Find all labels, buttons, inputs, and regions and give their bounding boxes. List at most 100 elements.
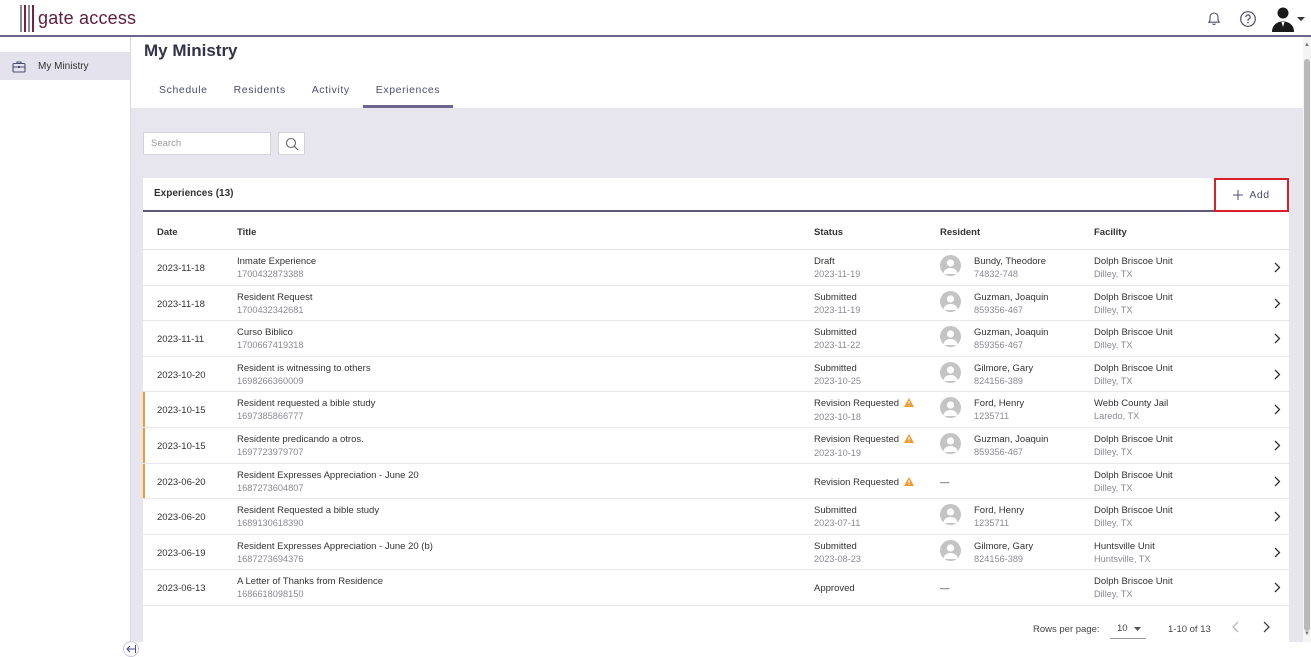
chevron-right-icon[interactable] xyxy=(1273,547,1281,561)
previous-page-icon[interactable] xyxy=(1231,621,1241,636)
resident-name[interactable]: Ford, Henry xyxy=(974,398,1024,409)
resident-name[interactable]: Guzman, Joaquin xyxy=(974,327,1048,338)
table-row[interactable]: 2023-10-20 Resident is witnessing to oth… xyxy=(143,357,1289,393)
status-badge: Submitted xyxy=(814,540,857,552)
chevron-right-icon[interactable] xyxy=(1273,440,1281,454)
row-id: 1697723979707 xyxy=(237,447,304,457)
header-title[interactable]: Title xyxy=(237,227,256,238)
next-page-icon[interactable] xyxy=(1261,621,1271,636)
resident-name[interactable]: Gilmore, Gary xyxy=(974,541,1033,552)
resident-cell: Guzman, Joaquin 859356-467 xyxy=(940,433,1090,459)
resident-avatar-icon xyxy=(940,397,961,419)
chevron-right-icon[interactable] xyxy=(1273,298,1281,312)
facility-name: Dolph Briscoe Unit xyxy=(1094,291,1173,303)
row-title[interactable]: Resident is witnessing to others xyxy=(237,363,371,374)
search-button[interactable] xyxy=(278,132,305,155)
resident-name[interactable]: Ford, Henry xyxy=(974,505,1024,516)
chevron-right-icon[interactable] xyxy=(1273,582,1281,596)
chevron-right-icon[interactable] xyxy=(1273,511,1281,525)
rows-per-page-select[interactable]: 10 xyxy=(1110,619,1146,639)
status-badge: Submitted xyxy=(814,505,857,517)
warning-icon xyxy=(904,476,915,489)
collapse-sidebar-icon[interactable] xyxy=(123,641,139,657)
tab-bar: Schedule Residents Activity Experiences xyxy=(146,77,454,108)
chevron-right-icon[interactable] xyxy=(1273,404,1281,418)
resident-id: 824156-389 xyxy=(974,375,1024,386)
row-date: 2023-11-18 xyxy=(157,263,205,274)
chevron-right-icon[interactable] xyxy=(1273,369,1281,383)
table-row[interactable]: 2023-06-19 Resident Expresses Appreciati… xyxy=(143,535,1289,571)
facility-name: Dolph Briscoe Unit xyxy=(1094,362,1173,374)
scrollbar-thumb[interactable] xyxy=(1304,59,1310,631)
add-button[interactable]: Add xyxy=(1214,178,1289,212)
scroll-up-icon[interactable]: ▲ xyxy=(1303,42,1311,48)
resident-name[interactable]: Guzman, Joaquin xyxy=(974,434,1048,445)
scroll-down-icon[interactable]: ▼ xyxy=(1303,631,1311,637)
row-id: 1700432342681 xyxy=(237,304,304,315)
content-panel: Search Experiences (13) Add Date Title S… xyxy=(131,108,1303,642)
help-icon[interactable] xyxy=(1237,8,1259,30)
facility-name: Huntsville Unit xyxy=(1094,540,1155,552)
row-title[interactable]: Resident Requested a bible study xyxy=(237,505,379,516)
row-title[interactable]: Curso Biblico xyxy=(237,327,303,338)
status-badge: Revision Requested xyxy=(814,398,900,410)
resident-id: 74832-748 xyxy=(974,269,1018,279)
table-row[interactable]: 2023-06-20 Resident Requested a bible st… xyxy=(143,499,1289,535)
row-title[interactable]: Resident requested a bible study xyxy=(237,398,375,409)
row-title[interactable]: Resident Request xyxy=(237,292,313,303)
facility-name: Webb County Jail xyxy=(1094,398,1169,410)
status-date: 2023-07-11 xyxy=(814,518,861,529)
row-title[interactable]: A Letter of Thanks from Residence xyxy=(237,576,383,587)
card-title: Experiences (13) xyxy=(154,188,234,199)
row-id: 1687273694376 xyxy=(237,553,304,564)
row-title[interactable]: Resident Expresses Appreciation - June 2… xyxy=(237,470,419,481)
tab-experiences[interactable]: Experiences xyxy=(362,77,454,108)
user-menu[interactable] xyxy=(1271,6,1305,32)
table-row[interactable]: 2023-10-15 Resident requested a bible st… xyxy=(143,392,1289,428)
header-resident[interactable]: Resident xyxy=(940,227,980,238)
resident-avatar-icon xyxy=(940,361,961,383)
status-date: 2023-10-19 xyxy=(814,448,861,458)
logo[interactable]: gate access xyxy=(20,5,136,32)
caret-down-icon xyxy=(1133,626,1141,631)
facility-name: Dolph Briscoe Unit xyxy=(1094,256,1173,267)
resident-id: 859356-467 xyxy=(974,340,1024,351)
logo-text: gate access xyxy=(38,8,137,28)
table-row[interactable]: 2023-11-11 Curso Biblico 1700667419318 S… xyxy=(143,321,1289,357)
resident-name[interactable]: Guzman, Joaquin xyxy=(974,292,1048,303)
row-date: 2023-06-19 xyxy=(157,547,206,559)
facility-name: Dolph Briscoe Unit xyxy=(1094,469,1173,481)
row-title[interactable]: Inmate Experience xyxy=(237,256,316,267)
table-row[interactable]: 2023-11-18 Inmate Experience 17004328733… xyxy=(143,250,1289,286)
tab-activity[interactable]: Activity xyxy=(299,77,363,108)
chevron-right-icon[interactable] xyxy=(1273,333,1281,347)
bell-icon[interactable] xyxy=(1203,8,1225,30)
facility-location: Dilley, TX xyxy=(1094,447,1133,457)
row-id: 1686618098150 xyxy=(237,589,304,600)
table-row[interactable]: 2023-06-13 A Letter of Thanks from Resid… xyxy=(143,570,1289,606)
rows-per-page-value: 10 xyxy=(1117,623,1128,634)
search-input[interactable]: Search xyxy=(143,132,271,155)
row-date: 2023-06-13 xyxy=(157,583,206,595)
resident-name[interactable]: Bundy, Theodore xyxy=(974,256,1046,267)
row-title[interactable]: Residente predicando a otros. xyxy=(237,434,364,445)
tab-schedule[interactable]: Schedule xyxy=(146,77,221,108)
vertical-scrollbar[interactable]: ▲ ▼ xyxy=(1303,37,1311,642)
chevron-right-icon[interactable] xyxy=(1273,476,1281,490)
header-facility[interactable]: Facility xyxy=(1094,227,1127,238)
row-id: 1700667419318 xyxy=(237,340,304,351)
sidebar-item-my-ministry[interactable]: My Ministry xyxy=(0,52,130,80)
resident-name[interactable]: Gilmore, Gary xyxy=(974,363,1033,374)
table-row[interactable]: 2023-11-18 Resident Request 170043234268… xyxy=(143,286,1289,322)
table-row[interactable]: 2023-06-20 Resident Expresses Appreciati… xyxy=(143,464,1289,500)
table-row[interactable]: 2023-10-15 Residente predicando a otros.… xyxy=(143,428,1289,464)
row-date: 2023-11-11 xyxy=(157,334,205,346)
facility-name: Dolph Briscoe Unit xyxy=(1094,327,1173,339)
row-title[interactable]: Resident Expresses Appreciation - June 2… xyxy=(237,541,433,552)
header-status[interactable]: Status xyxy=(814,227,843,238)
tab-residents[interactable]: Residents xyxy=(221,77,299,108)
resident-id: 859356-467 xyxy=(974,304,1024,315)
sidebar: My Ministry xyxy=(0,37,139,657)
chevron-right-icon[interactable] xyxy=(1273,262,1281,276)
header-date[interactable]: Date xyxy=(157,227,178,238)
